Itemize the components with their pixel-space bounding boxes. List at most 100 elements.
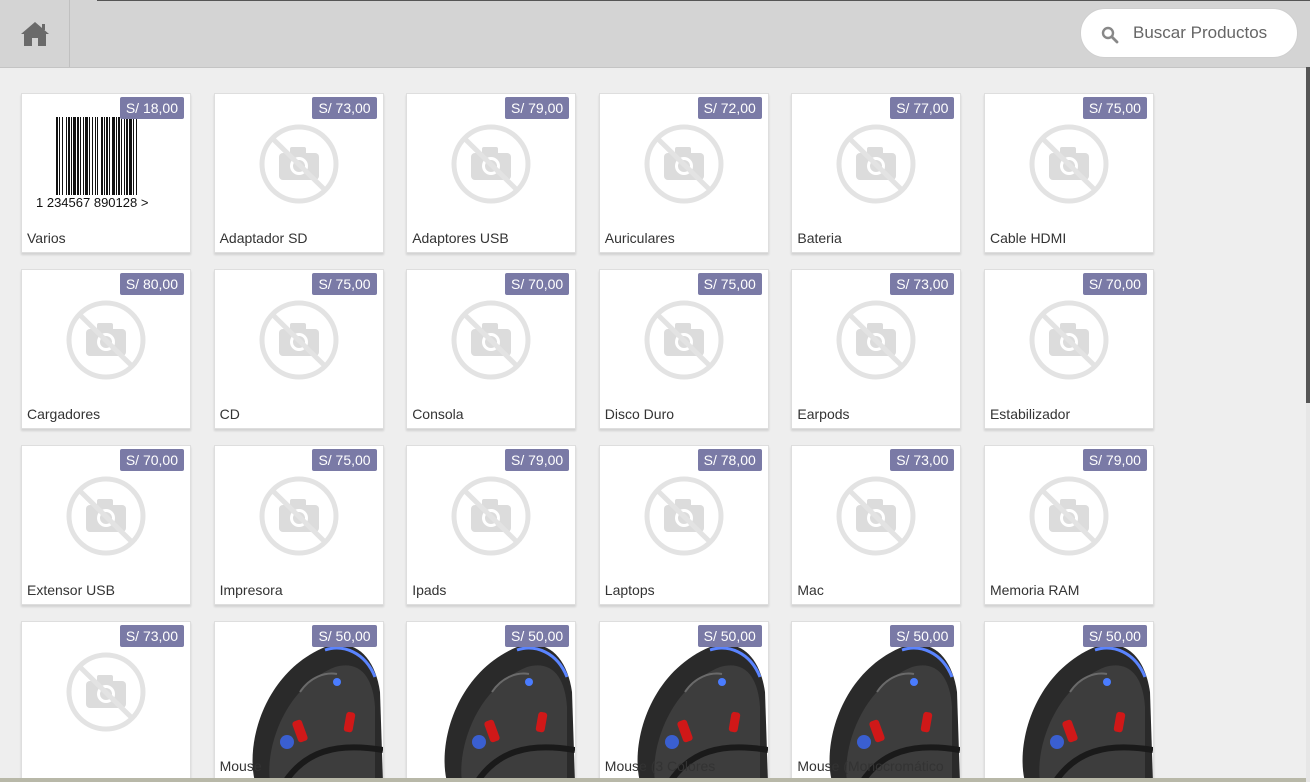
product-tile[interactable]: S/ 70,00 Estabilizador (983, 269, 1154, 429)
home-button[interactable] (0, 0, 70, 67)
product-name: Auriculares (604, 230, 675, 246)
bottom-edge (0, 778, 1306, 782)
search-box[interactable] (1080, 8, 1298, 58)
product-tile[interactable]: S/ 50,00 Mouse (213, 621, 384, 781)
price-badge: S/ 80,00 (119, 273, 184, 295)
product-tile[interactable]: S/ 73,00 (21, 621, 191, 781)
no-image-icon (451, 300, 531, 380)
no-image-icon (836, 124, 916, 204)
product-name: Impresora (219, 582, 283, 598)
product-tile[interactable]: S/ 50,00 (983, 621, 1154, 781)
scrollbar-thumb[interactable] (1306, 67, 1310, 403)
price-badge: S/ 70,00 (119, 449, 184, 471)
product-tile[interactable]: S/ 75,00 Cable HDMI (983, 93, 1154, 253)
product-tile[interactable]: S/ 70,00 Consola (406, 269, 577, 429)
product-name: Extensor USB (27, 582, 115, 598)
product-tile[interactable]: S/ 73,00 Mac (791, 445, 962, 605)
no-image-icon (66, 300, 146, 380)
product-name: Bateria (797, 230, 842, 246)
product-name: Adaptores USB (412, 230, 509, 246)
product-name: Varios (27, 230, 66, 246)
product-tile[interactable]: S/ 50,00 Mouse (3 Colores (598, 621, 769, 781)
price-badge: S/ 73,00 (890, 273, 955, 295)
product-tile[interactable]: S/ 73,00 Adaptador SD (213, 93, 384, 253)
product-name: Cargadores (27, 406, 101, 422)
no-image-icon (66, 476, 146, 556)
product-name: Memoria RAM (989, 582, 1080, 598)
price-badge: S/ 75,00 (697, 273, 762, 295)
top-bar (0, 0, 1310, 68)
price-badge: S/ 75,00 (1082, 97, 1147, 119)
barcode-image: 1 234567 890128 > (36, 117, 148, 210)
price-badge: S/ 78,00 (697, 449, 762, 471)
price-badge: S/ 77,00 (890, 97, 955, 119)
product-tile[interactable]: S/ 79,00 Memoria RAM (983, 445, 1154, 605)
product-tile[interactable]: S/ 73,00 Earpods (791, 269, 962, 429)
product-tile[interactable]: S/ 50,00 (406, 621, 577, 781)
product-name: Mouse (219, 758, 262, 774)
product-name: Adaptador SD (219, 230, 308, 246)
price-badge: S/ 75,00 (312, 273, 377, 295)
price-badge: S/ 73,00 (312, 97, 377, 119)
product-name: Consola (412, 406, 464, 422)
product-name: Disco Duro (604, 406, 675, 422)
search-input[interactable] (1133, 21, 1293, 45)
price-badge: S/ 79,00 (1082, 449, 1147, 471)
product-name: Mac (797, 582, 824, 598)
mouse-image (1022, 644, 1153, 780)
price-badge: S/ 50,00 (890, 625, 955, 647)
no-image-icon (836, 476, 916, 556)
no-image-icon (451, 124, 531, 204)
price-badge: S/ 73,00 (890, 449, 955, 471)
product-name: Laptops (604, 582, 655, 598)
product-name: Cable HDMI (989, 230, 1067, 246)
product-name: CD (219, 406, 240, 422)
product-tile[interactable]: S/ 70,00 Extensor USB (21, 445, 191, 605)
product-tile[interactable]: S/ 77,00 Bateria (791, 93, 962, 253)
product-grid: 1 234567 890128 > S/ 18,00 Varios S/ 73,0… (21, 93, 1171, 781)
product-tile[interactable]: S/ 75,00 Disco Duro (598, 269, 769, 429)
product-name: Ipads (412, 582, 447, 598)
product-tile[interactable]: 1 234567 890128 > S/ 18,00 Varios (21, 93, 191, 253)
price-badge: S/ 50,00 (1082, 625, 1147, 647)
product-tile[interactable]: S/ 75,00 CD (213, 269, 384, 429)
home-icon (20, 21, 49, 46)
price-badge: S/ 50,00 (312, 625, 377, 647)
product-tile[interactable]: S/ 79,00 Ipads (406, 445, 577, 605)
no-image-icon (836, 300, 916, 380)
product-tile[interactable]: S/ 79,00 Adaptores USB (406, 93, 577, 253)
product-name: Mouse (3 Colores (604, 758, 716, 774)
product-name: Earpods (797, 406, 850, 422)
product-tile[interactable]: S/ 72,00 Auriculares (598, 93, 769, 253)
price-badge: S/ 18,00 (119, 97, 184, 119)
price-badge: S/ 79,00 (505, 97, 570, 119)
barcode-number: 1 234567 890128 > (36, 195, 148, 210)
price-badge: S/ 79,00 (505, 449, 570, 471)
price-badge: S/ 50,00 (697, 625, 762, 647)
product-tile[interactable]: S/ 50,00 Mouse (Monocromático (791, 621, 962, 781)
product-tile[interactable]: S/ 78,00 Laptops (598, 445, 769, 605)
product-name: Estabilizador (989, 406, 1071, 422)
mouse-image (444, 644, 576, 780)
no-image-icon (259, 476, 339, 556)
price-badge: S/ 70,00 (505, 273, 570, 295)
price-badge: S/ 75,00 (312, 449, 377, 471)
no-image-icon (644, 300, 724, 380)
no-image-icon (66, 652, 146, 732)
no-image-icon (1029, 124, 1109, 204)
product-tile[interactable]: S/ 75,00 Impresora (213, 445, 384, 605)
no-image-icon (644, 476, 724, 556)
top-border-line (97, 0, 1310, 1)
product-name: Mouse (Monocromático (797, 758, 944, 774)
search-icon (1101, 26, 1119, 44)
no-image-icon (1029, 476, 1109, 556)
product-tile[interactable]: S/ 80,00 Cargadores (21, 269, 191, 429)
price-badge: S/ 73,00 (119, 625, 184, 647)
no-image-icon (1029, 300, 1109, 380)
no-image-icon (644, 124, 724, 204)
no-image-icon (259, 300, 339, 380)
price-badge: S/ 70,00 (1082, 273, 1147, 295)
no-image-icon (451, 476, 531, 556)
price-badge: S/ 72,00 (697, 97, 762, 119)
price-badge: S/ 50,00 (505, 625, 570, 647)
